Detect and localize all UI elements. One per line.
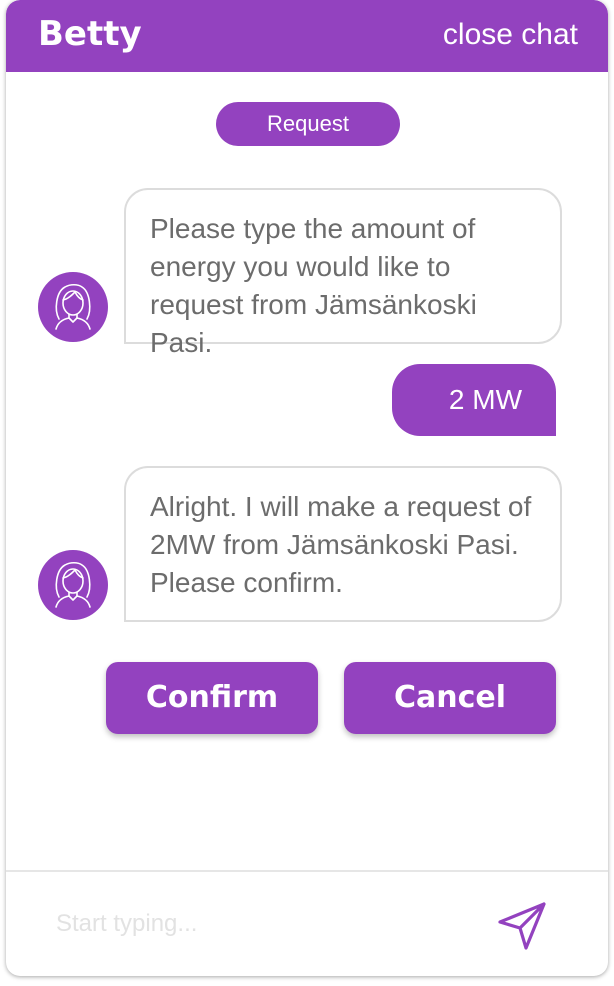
bot-message-bubble: Alright. I will make a request of 2MW fr…	[124, 466, 562, 622]
user-message-bubble: 2 MW	[392, 364, 556, 436]
send-paper-plane-icon	[498, 902, 546, 950]
composer-divider	[6, 870, 608, 872]
chat-window: Betty close chat Request Please type the…	[6, 0, 608, 976]
message-line: energy you would like to	[150, 251, 451, 282]
message-line: Please confirm.	[150, 567, 343, 598]
woman-avatar-icon	[38, 272, 108, 342]
message-line: Alright. I will make a request of	[150, 491, 532, 522]
chat-title: Betty	[38, 14, 142, 54]
section-label-pill: Request	[216, 102, 400, 146]
woman-avatar-icon	[38, 550, 108, 620]
message-line: request from Jämsänkoski Pasi.	[150, 289, 477, 358]
chat-header: Betty close chat	[6, 0, 608, 72]
message-input[interactable]	[54, 900, 474, 948]
confirm-button[interactable]: Confirm	[106, 662, 318, 734]
send-button[interactable]	[494, 898, 550, 954]
message-line: 2MW from Jämsänkoski Pasi.	[150, 529, 519, 560]
bot-message-bubble: Please type the amount of energy you wou…	[124, 188, 562, 358]
cancel-button[interactable]: Cancel	[344, 662, 556, 734]
message-line: Please type the amount of	[150, 213, 476, 244]
close-chat-button[interactable]: close chat	[443, 18, 578, 52]
